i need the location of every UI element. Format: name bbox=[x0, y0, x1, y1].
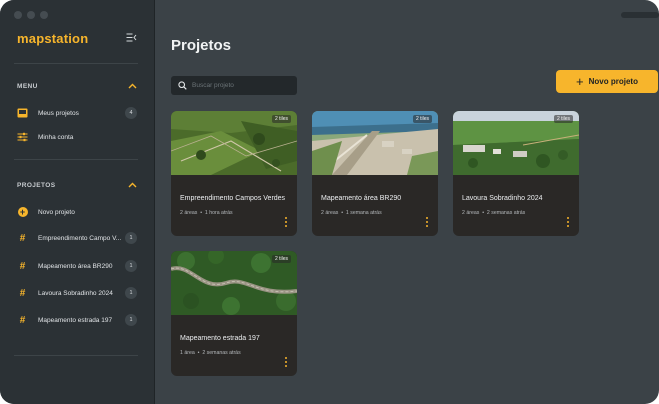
inbox-icon bbox=[17, 108, 28, 119]
project-count-badge: 1 bbox=[125, 314, 137, 326]
more-options-icon[interactable] bbox=[284, 357, 288, 367]
search-input[interactable] bbox=[192, 82, 287, 89]
sidebar-item-label: Minha conta bbox=[38, 133, 74, 141]
tile-count-label: 2 tiles bbox=[271, 115, 291, 123]
projects-section-label: PROJETOS bbox=[17, 181, 56, 189]
plus-icon: + bbox=[576, 74, 584, 89]
sliders-icon bbox=[17, 132, 28, 143]
sidebar: mapstation MENU Meus projetos 4 Minha co… bbox=[0, 0, 155, 404]
project-card[interactable]: 2 tiles Mapeamento estrada 197 1 área • … bbox=[171, 251, 297, 376]
sidebar-item-minha-conta[interactable]: Minha conta bbox=[17, 130, 137, 144]
new-project-button-label: Novo projeto bbox=[588, 77, 638, 86]
chevron-up-icon bbox=[128, 182, 137, 188]
project-card[interactable]: 2 tiles Empreendimento Campos Verdes 2 á… bbox=[171, 111, 297, 236]
search-box[interactable] bbox=[171, 76, 297, 95]
project-card[interactable]: 2 tiles Mapeamento área BR290 2 áreas • … bbox=[312, 111, 438, 236]
more-options-icon[interactable] bbox=[284, 217, 288, 227]
sidebar-item-label: Novo projeto bbox=[38, 208, 75, 216]
chevron-up-icon bbox=[128, 83, 137, 89]
project-card-title: Empreendimento Campos Verdes bbox=[180, 195, 286, 202]
hash-icon: # bbox=[19, 232, 26, 244]
projects-section-header[interactable]: PROJETOS bbox=[17, 179, 137, 191]
menu-section-label: MENU bbox=[17, 82, 38, 90]
sidebar-item-label: Empreendimento Campo V... bbox=[38, 234, 122, 242]
project-card-title: Mapeamento estrada 197 bbox=[180, 335, 260, 342]
tile-count-label: 2 tiles bbox=[412, 115, 432, 123]
tile-count-label: 2 tiles bbox=[271, 255, 291, 263]
sidebar-project-item[interactable]: # Mapeamento área BR290 1 bbox=[17, 259, 137, 273]
project-count-badge: 1 bbox=[125, 260, 137, 272]
project-card-title: Mapeamento área BR290 bbox=[321, 195, 402, 202]
more-options-icon[interactable] bbox=[566, 217, 570, 227]
menu-section-header[interactable]: MENU bbox=[17, 80, 137, 92]
sidebar-item-label: Lavoura Sobradinho 2024 bbox=[38, 289, 113, 297]
sidebar-divider bbox=[14, 355, 138, 356]
projects-count-badge: 4 bbox=[125, 107, 137, 119]
tile-count-label: 2 tiles bbox=[553, 115, 573, 123]
sidebar-item-meus-projetos[interactable]: Meus projetos 4 bbox=[17, 106, 137, 120]
window-controls bbox=[14, 11, 48, 19]
window-handle bbox=[621, 12, 659, 18]
project-card-meta: 2 áreas • 1 semana atrás bbox=[321, 210, 382, 216]
project-count-badge: 1 bbox=[125, 232, 137, 244]
minimize-window-button[interactable] bbox=[27, 11, 35, 19]
search-icon bbox=[178, 81, 187, 90]
maximize-window-button[interactable] bbox=[40, 11, 48, 19]
collapse-sidebar-icon[interactable] bbox=[126, 33, 137, 42]
sidebar-new-project[interactable]: + Novo projeto bbox=[17, 205, 137, 219]
sidebar-item-label: Meus projetos bbox=[38, 109, 79, 117]
hash-icon: # bbox=[19, 287, 26, 299]
sidebar-item-label: Mapeamento área BR290 bbox=[38, 262, 113, 270]
project-card[interactable]: 2 tiles Lavoura Sobradinho 2024 2 áreas … bbox=[453, 111, 579, 236]
sidebar-divider bbox=[14, 159, 138, 160]
project-card-meta: 1 área • 2 semanas atrás bbox=[180, 350, 241, 356]
project-card-meta: 2 áreas • 1 hora atrás bbox=[180, 210, 233, 216]
sidebar-item-label: Mapeamento estrada 197 bbox=[38, 316, 113, 324]
page-title: Projetos bbox=[171, 37, 232, 54]
plus-circle-icon: + bbox=[17, 207, 28, 217]
app-logo: mapstation bbox=[17, 31, 89, 46]
hash-icon: # bbox=[19, 260, 26, 272]
sidebar-project-item[interactable]: # Lavoura Sobradinho 2024 1 bbox=[17, 286, 137, 300]
more-options-icon[interactable] bbox=[425, 217, 429, 227]
sidebar-project-item[interactable]: # Mapeamento estrada 197 1 bbox=[17, 313, 137, 327]
new-project-button[interactable]: + Novo projeto bbox=[556, 70, 658, 93]
project-card-title: Lavoura Sobradinho 2024 bbox=[462, 195, 543, 202]
project-card-meta: 2 áreas • 2 semanas atrás bbox=[462, 210, 526, 216]
sidebar-divider bbox=[14, 63, 138, 64]
app-window: mapstation MENU Meus projetos 4 Minha co… bbox=[0, 0, 659, 404]
close-window-button[interactable] bbox=[14, 11, 22, 19]
hash-icon: # bbox=[19, 314, 26, 326]
project-count-badge: 1 bbox=[125, 287, 137, 299]
sidebar-project-item[interactable]: # Empreendimento Campo V... 1 bbox=[17, 231, 137, 245]
